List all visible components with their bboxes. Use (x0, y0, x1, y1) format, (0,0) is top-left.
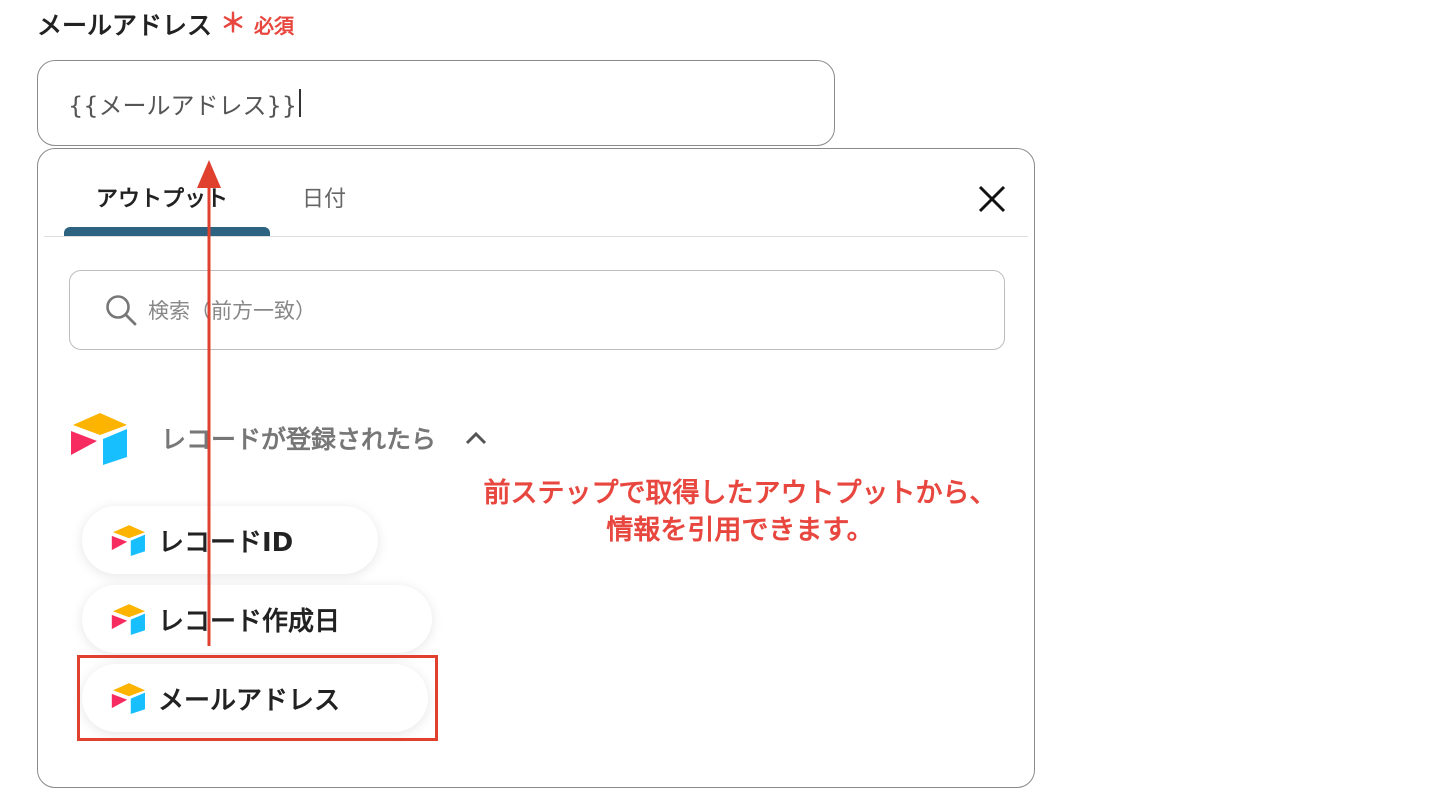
list-item-record-id[interactable]: レコードID (82, 506, 378, 574)
field-label: メールアドレス ＊ 必須 (37, 6, 294, 42)
email-field-value: {{メールアドレス}} (68, 91, 298, 120)
tab-date[interactable]: 日付 (302, 181, 346, 213)
close-icon[interactable] (974, 181, 1010, 217)
search-icon (106, 295, 137, 326)
tab-output[interactable]: アウトプット (96, 181, 228, 213)
required-asterisk: ＊ (220, 9, 247, 39)
annotation-line-2: 情報を引用できます。 (606, 515, 874, 546)
airtable-logo-icon (71, 413, 127, 465)
tab-bar: アウトプット 日付 (44, 149, 1028, 237)
active-tab-indicator (64, 227, 270, 236)
annotation-highlight-box (77, 655, 438, 741)
chevron-up-icon[interactable] (464, 430, 488, 446)
group-header[interactable]: レコードが登録されたら (69, 411, 488, 465)
list-item-label: レコードID (158, 527, 294, 558)
field-label-text: メールアドレス (37, 11, 213, 40)
email-field[interactable]: {{メールアドレス}} (37, 60, 835, 146)
list-item-label: レコード作成日 (158, 606, 341, 637)
airtable-logo-icon (111, 525, 145, 556)
annotation-line-1: 前ステップで取得したアウトプットから、 (483, 478, 997, 509)
group-title: レコードが登録されたら (161, 425, 437, 454)
search-input[interactable]: 検索（前方一致） (69, 270, 1005, 350)
airtable-logo-icon (111, 604, 145, 635)
list-item-record-created[interactable]: レコード作成日 (82, 585, 432, 653)
search-placeholder: 検索（前方一致） (148, 299, 316, 323)
required-text: 必須 (254, 13, 295, 38)
annotation-text: 前ステップで取得したアウトプットから、 情報を引用できます。 (420, 475, 1060, 549)
text-caret (299, 89, 302, 117)
